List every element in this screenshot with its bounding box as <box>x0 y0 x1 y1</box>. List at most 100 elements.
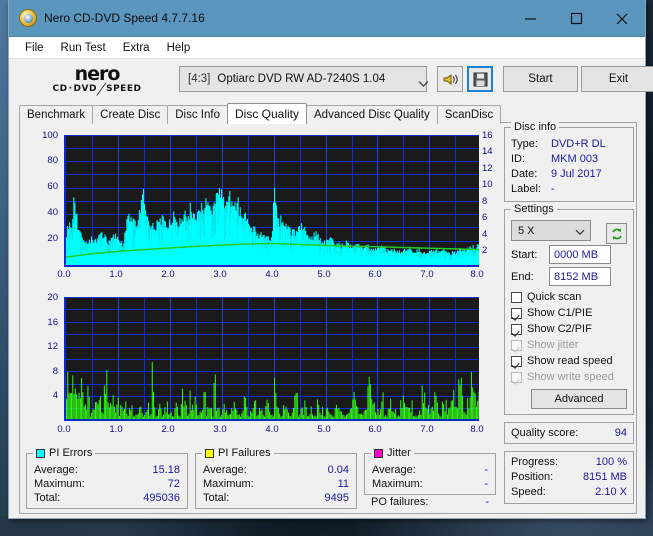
position-label: Position: <box>511 471 554 483</box>
refresh-icon[interactable] <box>606 223 627 244</box>
speed-value: 2.10 X <box>595 486 627 498</box>
pi-failures-total-label: Total: <box>203 492 230 504</box>
table-row: Maximum: 72 <box>27 477 187 491</box>
pi-failures-legend: PI Failures <box>202 447 274 459</box>
show-c1-pie-checkbox[interactable] <box>511 307 522 319</box>
speed-ytick-10: 10 <box>482 179 493 190</box>
quality-score-row: Quality score: 94 <box>505 423 633 443</box>
pi-errors-legend-label: PI Errors <box>49 447 93 459</box>
jitter-swatch <box>374 448 383 458</box>
pie-xtick-1: 1.0 <box>109 269 123 280</box>
show-write-speed-label: Show write speed <box>527 371 614 383</box>
tab-strip: Benchmark Create Disc Disc Info Disc Qua… <box>19 103 645 124</box>
disc-id-value: MKM 003 <box>551 153 599 165</box>
disc-label-value: - <box>551 183 555 195</box>
menu-item-file[interactable]: File <box>17 40 53 56</box>
pie-ytick-60: 60 <box>47 181 58 192</box>
start-input[interactable]: 0000 MB <box>549 245 611 264</box>
pif-ytick-20: 20 <box>47 292 58 303</box>
title-bar: Nero CD-DVD Speed 4.7.7.16 <box>9 0 645 37</box>
pi-errors-maximum-value: 72 <box>167 478 180 490</box>
speed-ytick-8: 8 <box>482 196 488 207</box>
app-window: Nero CD-DVD Speed 4.7.7.16 File Run Test… <box>8 0 653 519</box>
quality-score-label: Quality score: <box>511 427 579 439</box>
start-button[interactable]: Start <box>503 66 578 92</box>
checkbox-row-show-write-speed: Show write speed <box>505 369 633 385</box>
pif-ytick-4: 4 <box>52 390 58 401</box>
tab-disc-info[interactable]: Disc Info <box>167 105 228 124</box>
show-jitter-label: Show jitter <box>527 339 579 351</box>
tab-scandisc[interactable]: ScanDisc <box>436 105 502 124</box>
window-title: Nero CD-DVD Speed 4.7.7.16 <box>44 11 205 25</box>
pie-xtick-7: 7.0 <box>420 269 434 280</box>
nero-logo: nero CD · DVD ╱ SPEED <box>27 63 167 97</box>
menu-item-extra[interactable]: Extra <box>115 40 159 56</box>
table-row: Average: - <box>365 463 495 477</box>
pi-failures-maximum-label: Maximum: <box>203 478 254 490</box>
settings-group: Settings 5 X Start: 0000 MB End: 8152 MB… <box>504 203 634 415</box>
disc-label-label: Label: <box>511 183 541 195</box>
pie-xtick-4: 4.0 <box>265 269 279 280</box>
disc-date-value: 9 Jul 2017 <box>551 168 602 180</box>
nero-wordmark: nero <box>74 63 121 85</box>
end-input[interactable]: 8152 MB <box>549 267 611 286</box>
desktop-left-strip <box>0 0 8 516</box>
pie-ytick-80: 80 <box>47 155 58 166</box>
quality-score-value: 94 <box>614 427 627 439</box>
close-icon[interactable] <box>599 0 645 37</box>
pi-errors-total-label: Total: <box>34 492 61 504</box>
pie-xtick-5: 5.0 <box>317 269 331 280</box>
quick-scan-label: Quick scan <box>527 291 582 303</box>
disc-id-label: ID: <box>511 153 526 165</box>
save-icon[interactable] <box>467 66 493 92</box>
exit-button[interactable]: Exit <box>581 66 653 92</box>
table-row: Average: 15.18 <box>27 463 187 477</box>
drive-select[interactable]: [4:3] Optiarc DVD RW AD-7240S 1.04 <box>179 66 429 92</box>
checkbox-row-show-jitter: Show jitter <box>505 337 633 353</box>
drive-name-label: Optiarc DVD RW AD-7240S 1.04 <box>217 73 386 85</box>
speed-ytick-2: 2 <box>482 245 488 256</box>
po-failures-label: PO failures: <box>371 496 429 508</box>
tab-disc-quality[interactable]: Disc Quality <box>227 103 308 124</box>
tab-advanced-disc-quality[interactable]: Advanced Disc Quality <box>306 105 438 124</box>
quick-scan-checkbox[interactable] <box>511 291 522 303</box>
brand-dvd-text: DVD <box>73 84 97 94</box>
checkbox-row-show-c1-pie[interactable]: Show C1/PIE <box>505 305 633 321</box>
start-label: Start: <box>511 248 538 261</box>
pif-ytick-8: 8 <box>52 366 58 377</box>
disc-info-id-row: ID: MKM 003 <box>505 152 633 167</box>
chevron-down-icon <box>575 227 585 239</box>
position-value: 8151 MB <box>582 471 627 483</box>
po-failures-row: PO failures: - <box>364 495 496 509</box>
menu-bar: File Run Test Extra Help <box>9 37 645 59</box>
menu-item-help[interactable]: Help <box>159 40 200 56</box>
maximize-icon[interactable] <box>553 0 599 37</box>
checkbox-row-show-c2-pif[interactable]: Show C2/PIF <box>505 321 633 337</box>
speed-select[interactable]: 5 X <box>511 220 591 241</box>
speaker-icon[interactable] <box>437 66 463 92</box>
disc-info-type-row: Type: DVD+R DL <box>505 137 633 152</box>
speed-select-value: 5 X <box>518 224 535 237</box>
table-row: Maximum: 11 <box>196 477 356 491</box>
checkbox-row-quick-scan[interactable]: Quick scan <box>505 289 633 305</box>
end-field-row: End: 8152 MB <box>505 267 633 286</box>
show-read-speed-checkbox[interactable] <box>511 355 522 367</box>
pie-ytick-40: 40 <box>47 207 58 218</box>
pi-errors-maximum-label: Maximum: <box>34 478 85 490</box>
jitter-average-value: - <box>484 464 488 476</box>
brand-speed-text: SPEED <box>106 84 142 94</box>
minimize-icon[interactable] <box>507 0 553 37</box>
show-c2-pif-checkbox[interactable] <box>511 323 522 335</box>
nero-tagline: CD · DVD ╱ SPEED <box>53 83 142 96</box>
tab-benchmark[interactable]: Benchmark <box>19 105 94 124</box>
disc-info-label-row: Label: - <box>505 182 633 197</box>
pi-errors-chart: 100 80 60 40 20 16 14 12 10 8 6 4 2 0.0 … <box>26 127 496 285</box>
speed-label: Speed: <box>511 486 546 498</box>
advanced-button[interactable]: Advanced <box>531 389 627 409</box>
brand-toolbar: nero CD · DVD ╱ SPEED [4:3] Optiarc DVD RW A… <box>9 59 653 101</box>
pie-xtick-2: 2.0 <box>161 269 175 280</box>
menu-item-runtest[interactable]: Run Test <box>53 40 115 56</box>
pi-errors-legend: PI Errors <box>33 447 96 459</box>
checkbox-row-show-read-speed[interactable]: Show read speed <box>505 353 633 369</box>
tab-create-disc[interactable]: Create Disc <box>92 105 169 124</box>
